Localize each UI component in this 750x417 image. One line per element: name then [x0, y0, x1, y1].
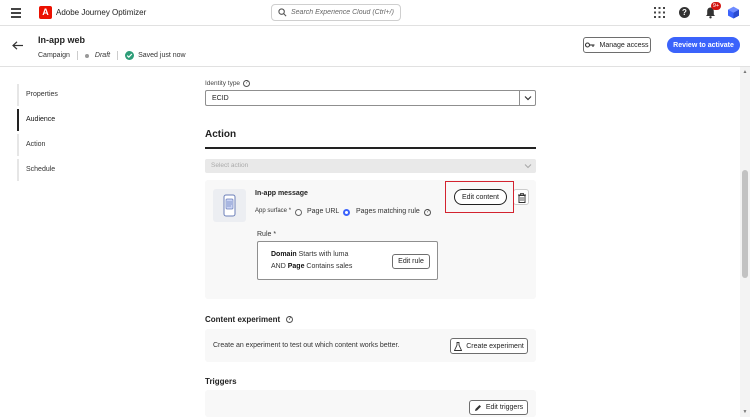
card-title: In-app message [255, 190, 308, 197]
identity-type-text: Identity type [205, 80, 241, 88]
manage-access-button[interactable]: Manage access [583, 37, 651, 53]
rule-condition-2-text: Contains sales [304, 263, 353, 270]
identity-type-value: ECID [212, 95, 229, 102]
rule-field-page: Page [287, 263, 305, 270]
status-dot-icon [84, 53, 89, 58]
campaign-type: Campaign [38, 52, 70, 59]
adobe-logo-icon: A [39, 6, 52, 19]
rule-label: Rule * [257, 231, 277, 238]
nav-item-action[interactable]: Action [17, 134, 167, 156]
edit-triggers-label: Edit triggers [485, 404, 524, 411]
notification-badge: 9+ [711, 2, 721, 10]
identity-type-label: Identity type? [205, 80, 251, 88]
app-surface-label: App surface * [255, 208, 291, 214]
save-state: Saved just now [138, 52, 186, 59]
review-to-activate-button[interactable]: Review to activate [667, 37, 740, 53]
triggers-title: Triggers [205, 377, 237, 386]
scrollbar-thumb[interactable] [742, 170, 748, 278]
create-experiment-label: Create experiment [466, 342, 524, 350]
flask-icon [454, 341, 463, 351]
app-surface-text: App surface [255, 208, 288, 214]
nav-item-properties[interactable]: Properties [17, 84, 167, 106]
rule-and: AND [271, 263, 288, 270]
radio-pages-matching-rule[interactable] [343, 209, 350, 216]
top-bar: A Adobe Journey Optimizer ? 9+ [0, 0, 750, 26]
section-divider [205, 147, 536, 149]
identity-type-select[interactable]: ECID [205, 90, 536, 106]
triggers-card: Edit triggers [205, 390, 536, 417]
content-experiment-text: Content experiment [205, 315, 281, 324]
back-arrow-icon[interactable] [12, 41, 24, 50]
search-box[interactable] [271, 4, 401, 21]
select-action-placeholder: Select action [211, 162, 249, 169]
content-experiment-title: Content experiment? [205, 315, 294, 324]
campaign-meta: Campaign Draft Saved just now [38, 51, 186, 60]
delete-button[interactable] [513, 189, 529, 205]
rule-condition-1-text: Starts with luma [296, 251, 349, 258]
rule-condition-2: AND Page Contains sales [271, 263, 352, 270]
separator [76, 51, 78, 60]
action-section-title: Action [205, 129, 237, 140]
page-header: In-app web Campaign Draft Saved just now… [0, 26, 750, 67]
required-mark: * [288, 208, 292, 214]
key-icon [585, 42, 595, 48]
rule-field-domain: Domain [271, 251, 297, 258]
rule-box: Domain Starts with luma AND Page Contain… [257, 241, 438, 280]
edit-triggers-button[interactable]: Edit triggers [469, 400, 528, 415]
check-circle-icon [125, 51, 135, 60]
svg-text:?: ? [682, 8, 687, 17]
app-name: Adobe Journey Optimizer [56, 8, 147, 17]
in-app-message-icon [213, 189, 246, 222]
search-input[interactable] [291, 7, 399, 18]
scroll-down-icon[interactable]: ▼ [742, 409, 748, 415]
select-action-dropdown: Select action [205, 159, 536, 173]
highlight-box [445, 181, 514, 213]
create-experiment-button[interactable]: Create experiment [450, 338, 528, 354]
content-experiment-description: Create an experiment to test out which c… [213, 342, 400, 349]
content-experiment-card: Create an experiment to test out which c… [205, 329, 536, 362]
help-icon[interactable]: ? [678, 6, 691, 19]
trash-icon [518, 193, 526, 203]
rule-condition-1: Domain Starts with luma [271, 251, 348, 258]
separator [117, 51, 119, 60]
apps-grid-icon[interactable] [653, 6, 666, 19]
radio-page-url-label: Page URL [307, 208, 340, 215]
radio-pages-matching-label: Pages matching rule [356, 208, 420, 215]
edit-rule-button[interactable]: Edit rule [392, 254, 430, 269]
org-cube-icon[interactable] [727, 6, 740, 19]
radio-page-url[interactable] [295, 209, 302, 216]
nav-item-audience[interactable]: Audience [17, 109, 167, 131]
left-navigation: Properties Audience Action Schedule [0, 67, 190, 417]
page-title: In-app web [38, 35, 85, 45]
pencil-icon [474, 404, 481, 411]
info-icon[interactable]: ? [286, 316, 294, 324]
info-icon[interactable]: ? [424, 209, 431, 216]
menu-icon[interactable] [11, 8, 21, 18]
main-content: Identity type? ECID Action Select action… [190, 67, 740, 417]
search-icon [278, 8, 287, 17]
notifications-button[interactable]: 9+ [704, 2, 721, 19]
info-icon[interactable]: ? [243, 80, 251, 87]
scroll-up-icon[interactable]: ▲ [742, 69, 748, 75]
nav-item-schedule[interactable]: Schedule [17, 159, 167, 181]
status-badge: Draft [94, 52, 111, 59]
chevron-down-icon [524, 164, 532, 169]
chevron-down-icon[interactable] [519, 91, 535, 105]
manage-access-label: Manage access [599, 41, 649, 49]
